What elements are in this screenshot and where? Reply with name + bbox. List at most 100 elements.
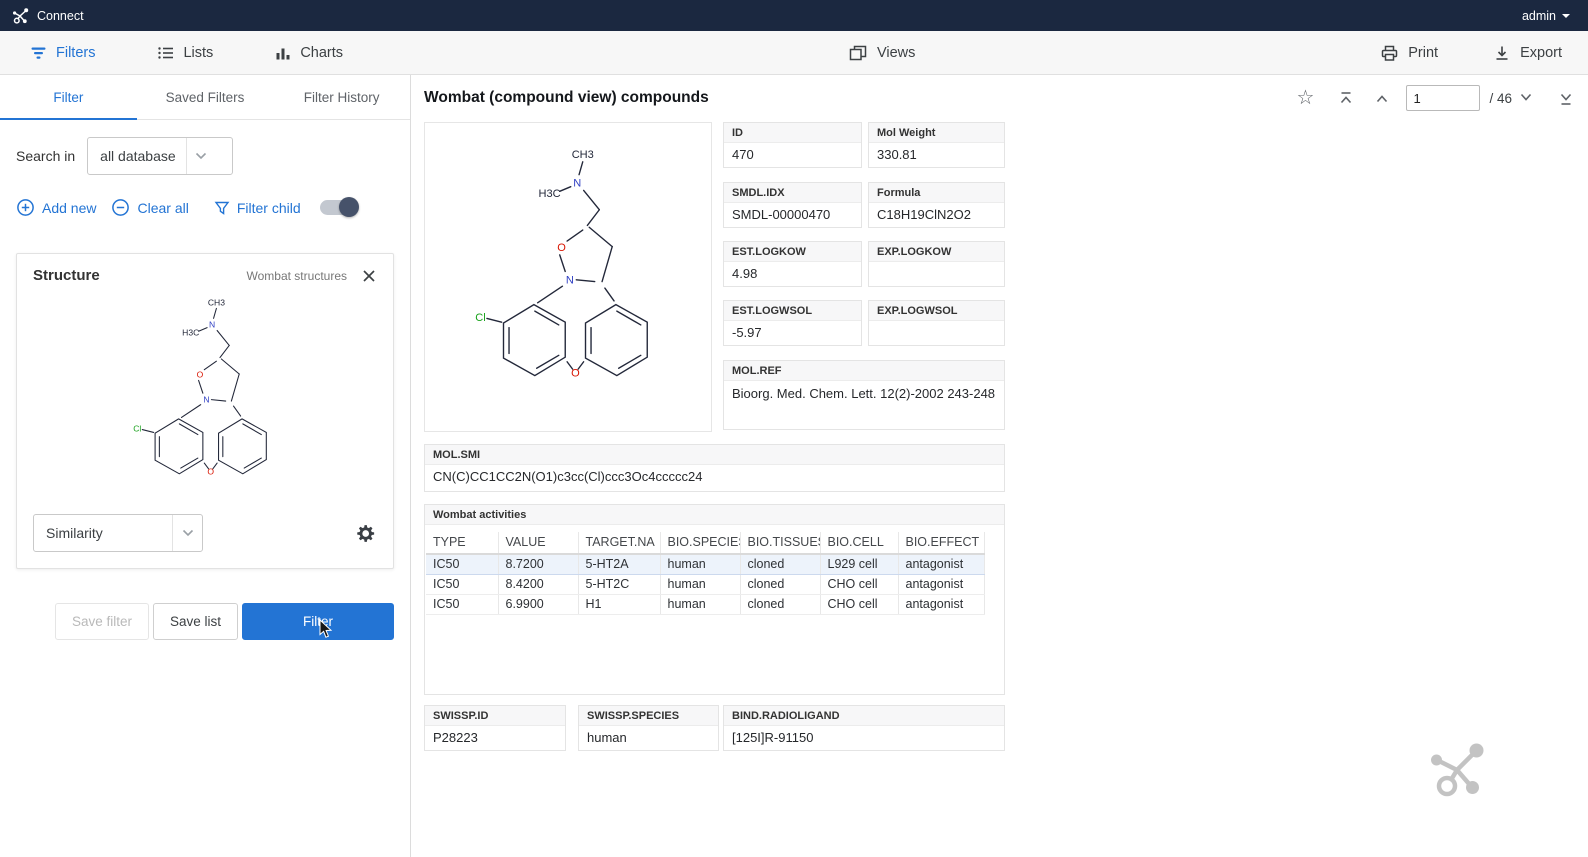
user-menu[interactable]: admin [1522, 9, 1570, 23]
tab-filter[interactable]: Filter [0, 75, 137, 119]
field-id: ID 470 [723, 122, 862, 168]
field-value: SMDL-00000470 [724, 203, 861, 227]
cell: human [660, 595, 740, 615]
app-window: Connect admin Filters Lists [0, 0, 1588, 857]
col-value[interactable]: VALUE [498, 532, 578, 554]
app-name: Connect [37, 9, 84, 23]
clear-all-button[interactable]: Clear all [111, 198, 188, 217]
connect-logo-icon [12, 7, 30, 25]
user-name: admin [1522, 9, 1556, 23]
field-smdl-idx: SMDL.IDX SMDL-00000470 [723, 182, 862, 228]
field-label: Formula [869, 183, 1004, 203]
field-label: EXP.LOGWSOL [869, 301, 1004, 321]
page-number-input[interactable] [1406, 85, 1480, 111]
views-icon [848, 44, 868, 62]
filter-button[interactable]: Filter [242, 603, 394, 640]
field-label: MOL.REF [724, 361, 1004, 381]
main-toolbar: Filters Lists Charts [0, 31, 1588, 75]
structure-filter-card: Structure Wombat structures Similarity [16, 253, 394, 569]
save-filter-button[interactable]: Save filter [55, 603, 149, 640]
field-est-logwsol: EST.LOGWSOL -5.97 [723, 300, 862, 346]
compound-view-panel: Wombat (compound view) compounds ☆ / 46 [411, 75, 1588, 857]
export-button[interactable]: Export [1493, 44, 1562, 62]
field-value: 4.98 [724, 262, 861, 286]
field-value: [125I]R-91150 [724, 726, 1004, 750]
toggle-knob [339, 197, 359, 217]
database-select[interactable]: all database [87, 137, 233, 175]
cell: 5-HT2A [578, 554, 660, 575]
next-record-button[interactable] [1518, 92, 1534, 104]
search-in-label: Search in [16, 148, 75, 164]
remove-circle-icon [111, 198, 130, 217]
col-bio-species[interactable]: BIO.SPECIES [660, 532, 740, 554]
cell: IC50 [426, 554, 498, 575]
filter-actions: Add new Clear all Filter child [16, 198, 394, 217]
filter-child-toggle[interactable] [320, 200, 358, 215]
col-bio-cell[interactable]: BIO.CELL [820, 532, 898, 554]
tab-filter-label: Filter [53, 90, 83, 105]
chevron-down-icon [186, 138, 216, 174]
app-brand: Connect [12, 7, 84, 25]
filter-child-button[interactable]: Filter child [214, 200, 301, 216]
go-last-record-button[interactable] [1558, 91, 1574, 106]
field-swissp-id: SWISSP.ID P28223 [424, 705, 566, 751]
col-bio-tissues[interactable]: BIO.TISSUES [740, 532, 820, 554]
cell: antagonist [898, 554, 984, 575]
chemaxon-watermark-logo [1426, 740, 1492, 802]
wombat-activities-panel: Wombat activities TYPE VALUE TARGET.NA B… [424, 504, 1005, 695]
cell: cloned [740, 575, 820, 595]
nav-filters[interactable]: Filters [30, 45, 95, 61]
print-button[interactable]: Print [1380, 44, 1438, 62]
field-value: human [579, 726, 718, 750]
col-target-name[interactable]: TARGET.NA [578, 532, 660, 554]
cell: IC50 [426, 575, 498, 595]
chevron-down-icon [1562, 14, 1570, 18]
field-est-logkow: EST.LOGKOW 4.98 [723, 241, 862, 287]
col-bio-effect[interactable]: BIO.EFFECT [898, 532, 984, 554]
table-row[interactable]: IC50 8.4200 5-HT2C human cloned CHO cell… [426, 575, 984, 595]
cell: L929 cell [820, 554, 898, 575]
view-header: Wombat (compound view) compounds ☆ / 46 [411, 75, 1588, 121]
cell: human [660, 575, 740, 595]
tab-filter-history[interactable]: Filter History [273, 75, 410, 119]
print-icon [1380, 44, 1399, 62]
add-new-button[interactable]: Add new [16, 198, 96, 217]
field-label: Mol Weight [869, 123, 1004, 143]
nav-charts[interactable]: Charts [275, 45, 343, 61]
activities-title: Wombat activities [425, 505, 1004, 525]
field-value: 470 [724, 143, 861, 167]
nav-lists[interactable]: Lists [157, 45, 213, 61]
gear-icon[interactable] [354, 522, 377, 545]
favorite-star-icon[interactable]: ☆ [1297, 88, 1315, 108]
close-icon[interactable] [361, 268, 377, 284]
clear-all-label: Clear all [137, 200, 188, 216]
table-row[interactable]: IC50 6.9900 H1 human cloned CHO cell ant… [426, 595, 984, 615]
field-label: SWISSP.SPECIES [579, 706, 718, 726]
field-value: C18H19ClN2O2 [869, 203, 1004, 227]
tab-saved-filters-label: Saved Filters [166, 90, 245, 105]
field-label: ID [724, 123, 861, 143]
previous-record-button[interactable] [1374, 92, 1390, 104]
tab-saved-filters[interactable]: Saved Filters [137, 75, 274, 119]
field-value: Bioorg. Med. Chem. Lett. 12(2)-2002 243-… [724, 381, 1004, 409]
save-list-button[interactable]: Save list [153, 603, 238, 640]
activities-table: TYPE VALUE TARGET.NA BIO.SPECIES BIO.TIS… [426, 532, 985, 615]
col-type[interactable]: TYPE [426, 532, 498, 554]
cell: CHO cell [820, 575, 898, 595]
compound-molecule [439, 134, 697, 420]
field-label: EXP.LOGKOW [869, 242, 1004, 262]
filter-icon [30, 45, 47, 61]
table-row[interactable]: IC50 8.7200 5-HT2A human cloned L929 cel… [426, 554, 984, 575]
structure-query-canvas[interactable] [17, 288, 393, 506]
views-button[interactable]: Views [848, 44, 915, 62]
record-pager: ☆ / 46 [1297, 85, 1574, 111]
go-first-record-button[interactable] [1338, 91, 1354, 106]
field-mol-smi: MOL.SMI CN(C)CC1CC2N(O1)c3cc(Cl)ccc3Oc4c… [424, 444, 1005, 492]
views-label: Views [877, 45, 915, 61]
field-label: EST.LOGWSOL [724, 301, 861, 321]
export-label: Export [1520, 45, 1562, 61]
query-molecule [105, 287, 305, 508]
similarity-select[interactable]: Similarity [33, 514, 203, 552]
field-mol-ref: MOL.REF Bioorg. Med. Chem. Lett. 12(2)-2… [723, 360, 1005, 430]
compound-structure-field [424, 122, 712, 432]
